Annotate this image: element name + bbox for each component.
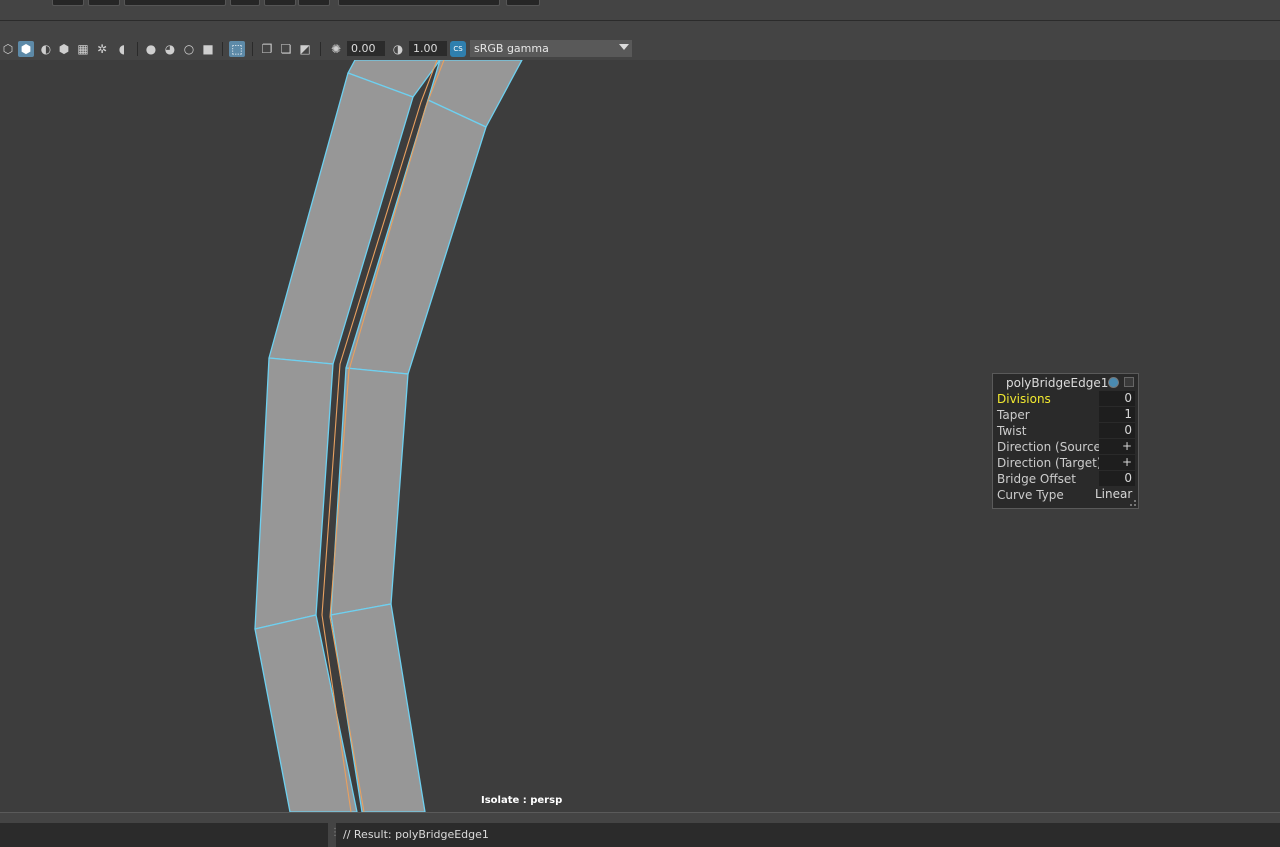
color-management-icon[interactable]: CS [450, 41, 466, 57]
attribute-row-bridge-offset[interactable]: Bridge Offset 0 [997, 471, 1135, 487]
chevron-down-icon [619, 44, 629, 50]
attribute-label: Taper [997, 408, 1030, 422]
shade-toggle-icon[interactable]: ◐ [38, 41, 54, 57]
attribute-label: Bridge Offset [997, 472, 1076, 486]
resize-grip-icon[interactable] [1130, 500, 1136, 506]
shelf-button[interactable] [230, 0, 260, 6]
attribute-value-field[interactable]: 0 [1099, 423, 1135, 438]
node-state-icon[interactable] [1108, 377, 1119, 388]
attribute-row-direction-source[interactable]: Direction (Source) + [997, 439, 1135, 455]
xray-active-components-icon[interactable]: ◩ [297, 41, 313, 57]
toolbar-divider [137, 42, 138, 56]
gamma-icon[interactable]: ◑ [390, 41, 406, 57]
attribute-value-field[interactable]: 0 [1099, 471, 1135, 486]
attribute-label: Curve Type [997, 488, 1064, 502]
attribute-value-field[interactable]: Linear [1095, 487, 1135, 502]
panel-menu-strip [0, 21, 1280, 38]
mesh-face [254, 357, 334, 630]
exposure-field[interactable]: 0.00 [347, 41, 385, 56]
motion-blur-icon[interactable]: ◕ [162, 41, 178, 57]
viewport-toolbar: ⬡ ⬢ ◐ ⬢ ▦ ✲ ◖ ● ◕ ○ ■ ⬚ ❐ ❏ ◩ ✺ 0.00 ◑ 1… [0, 38, 1280, 60]
colorspace-dropdown[interactable]: sRGB gamma [470, 40, 632, 57]
attribute-row-curve-type[interactable]: Curve Type Linear [997, 487, 1135, 503]
shelf-button[interactable] [264, 0, 296, 6]
command-input[interactable] [0, 823, 328, 847]
mesh-face [330, 367, 409, 616]
attribute-row-taper[interactable]: Taper 1 [997, 407, 1135, 423]
smooth-shade-icon[interactable]: ⬢ [18, 41, 34, 57]
shelf-button[interactable] [52, 0, 84, 6]
attribute-row-divisions[interactable]: Divisions 0 [997, 391, 1135, 407]
shelf-button[interactable] [88, 0, 120, 6]
attribute-row-twist[interactable]: Twist 0 [997, 423, 1135, 439]
toolbar-divider [320, 42, 321, 56]
node-title: polyBridgeEdge1 [1006, 376, 1109, 390]
toolbar-divider [222, 42, 223, 56]
screen-space-ao-icon[interactable]: ● [143, 41, 159, 57]
bridged-mesh [254, 60, 523, 812]
anti-aliasing-icon[interactable]: ○ [181, 41, 197, 57]
wireframe-on-shaded-icon[interactable]: ⬢ [56, 41, 72, 57]
drag-handle-icon[interactable]: ⋮ [330, 827, 340, 843]
attribute-row-direction-target[interactable]: Direction (Target) + [997, 455, 1135, 471]
in-view-editor[interactable]: polyBridgeEdge1 Divisions 0 Taper 1 Twis… [992, 373, 1139, 509]
isolate-label: Isolate : persp [481, 795, 563, 806]
shelf-bar [0, 0, 1280, 21]
result-output: // Result: polyBridgeEdge1 [336, 823, 1280, 847]
attribute-value-field[interactable]: + [1099, 439, 1135, 454]
attribute-label: Direction (Target) [997, 456, 1102, 470]
attribute-value-field[interactable]: 1 [1099, 407, 1135, 422]
close-icon[interactable] [1124, 377, 1134, 387]
attribute-label: Direction (Source) [997, 440, 1106, 454]
colorspace-label: sRGB gamma [474, 42, 549, 55]
xray-joints-icon[interactable]: ❏ [278, 41, 294, 57]
shelf-button[interactable] [506, 0, 540, 6]
isolate-select-icon[interactable]: ⬚ [229, 41, 245, 57]
gamma-field[interactable]: 1.00 [409, 41, 447, 56]
shadows-icon[interactable]: ◖ [114, 41, 130, 57]
toolbar-divider [252, 42, 253, 56]
shelf-button[interactable] [124, 0, 226, 6]
shelf-button[interactable] [298, 0, 330, 6]
attribute-label: Divisions [997, 392, 1051, 406]
shelf-button[interactable] [338, 0, 500, 6]
command-line-bar: ⋮ // Result: polyBridgeEdge1 [0, 812, 1280, 847]
attribute-value-field[interactable]: 0 [1099, 391, 1135, 406]
exposure-icon[interactable]: ✺ [328, 41, 344, 57]
depth-of-field-icon[interactable]: ■ [200, 41, 216, 57]
wireframe-icon[interactable]: ⬡ [0, 41, 16, 57]
attribute-value-field[interactable]: + [1099, 455, 1135, 470]
textured-icon[interactable]: ▦ [75, 41, 91, 57]
attribute-label: Twist [997, 424, 1027, 438]
xray-icon[interactable]: ❐ [259, 41, 275, 57]
lighting-icon[interactable]: ✲ [94, 41, 110, 57]
